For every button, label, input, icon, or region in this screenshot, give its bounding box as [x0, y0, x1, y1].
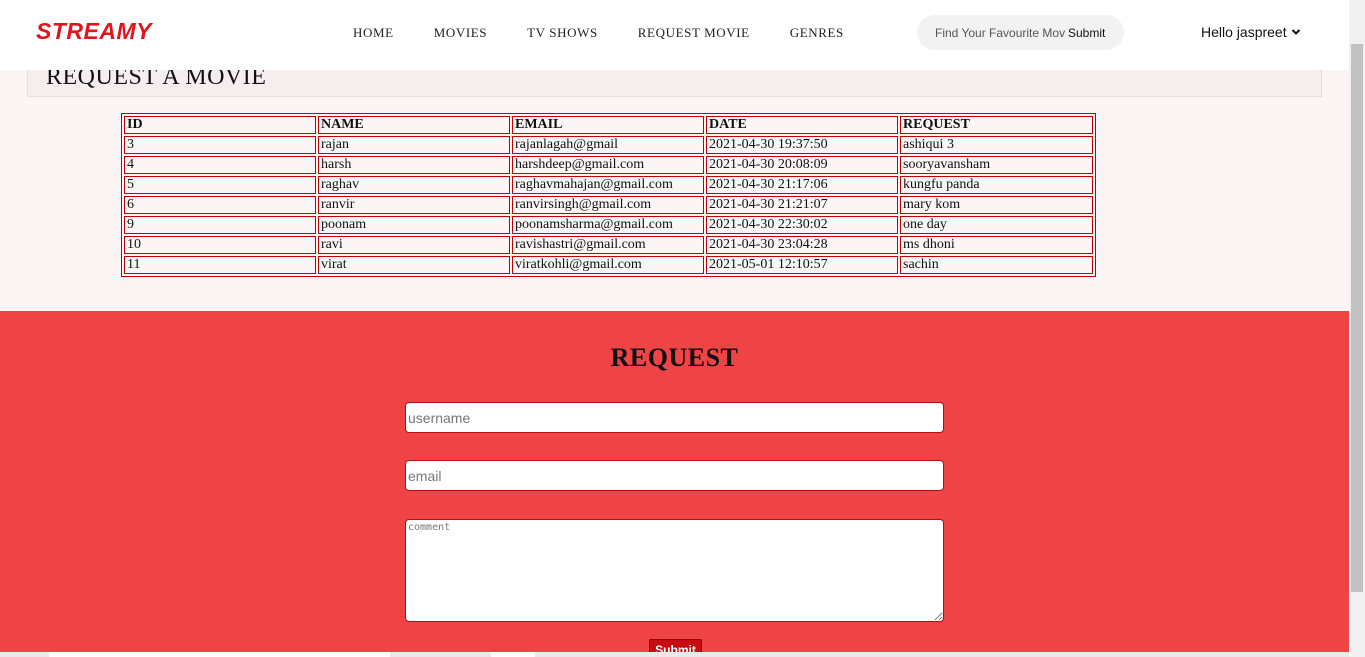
nav-request-movie[interactable]: REQUEST MOVIE: [638, 25, 750, 41]
scrollbar-segment: [491, 652, 535, 657]
search-box: Submit: [917, 15, 1124, 50]
cell-email: harshdeep@gmail.com: [512, 156, 704, 174]
column-header-email: EMAIL: [512, 116, 704, 134]
cell-request: ms dhoni: [900, 236, 1093, 254]
table-row: 4 harsh harshdeep@gmail.com 2021-04-30 2…: [124, 156, 1093, 174]
column-header-request: REQUEST: [900, 116, 1093, 134]
brand-logo[interactable]: STREAMY: [36, 18, 152, 45]
cell-id: 10: [124, 236, 316, 254]
table-row: 6 ranvir ranvirsingh@gmail.com 2021-04-3…: [124, 196, 1093, 214]
nav-genres[interactable]: GENRES: [790, 25, 844, 41]
cell-id: 3: [124, 136, 316, 154]
chevron-down-icon: [1291, 29, 1300, 35]
column-header-id: ID: [124, 116, 316, 134]
cell-email: poonamsharma@gmail.com: [512, 216, 704, 234]
cell-id: 6: [124, 196, 316, 214]
table-row: 11 virat viratkohli@gmail.com 2021-05-01…: [124, 256, 1093, 274]
cell-name: raghav: [318, 176, 510, 194]
scrollbar-thumb[interactable]: [1351, 44, 1363, 592]
vertical-scrollbar[interactable]: [1349, 0, 1365, 657]
cell-date: 2021-04-30 19:37:50: [706, 136, 898, 154]
table-row: 3 rajan rajanlagah@gmail 2021-04-30 19:3…: [124, 136, 1093, 154]
cell-name: virat: [318, 256, 510, 274]
nav-movies[interactable]: MOVIES: [434, 25, 487, 41]
nav-links: HOME MOVIES TV SHOWS REQUEST MOVIE GENRE…: [333, 25, 864, 41]
cell-id: 5: [124, 176, 316, 194]
nav-home[interactable]: HOME: [353, 25, 394, 41]
table-row: 5 raghav raghavmahajan@gmail.com 2021-04…: [124, 176, 1093, 194]
cell-request: sooryavansham: [900, 156, 1093, 174]
nav-tv-shows[interactable]: TV SHOWS: [527, 25, 598, 41]
table-row: 9 poonam poonamsharma@gmail.com 2021-04-…: [124, 216, 1093, 234]
cell-request: sachin: [900, 256, 1093, 274]
cell-name: ravi: [318, 236, 510, 254]
table-row: 10 ravi ravishastri@gmail.com 2021-04-30…: [124, 236, 1093, 254]
column-header-name: NAME: [318, 116, 510, 134]
cell-request: mary kom: [900, 196, 1093, 214]
scrollbar-segment: [49, 652, 390, 657]
cell-email: viratkohli@gmail.com: [512, 256, 704, 274]
requests-table: ID NAME EMAIL DATE REQUEST 3 rajan rajan…: [121, 113, 1096, 277]
cell-name: ranvir: [318, 196, 510, 214]
cell-date: 2021-04-30 23:04:28: [706, 236, 898, 254]
username-input[interactable]: [405, 402, 944, 433]
cell-id: 9: [124, 216, 316, 234]
cell-request: kungfu panda: [900, 176, 1093, 194]
comment-textarea[interactable]: [405, 519, 944, 622]
user-menu[interactable]: Hello jaspreet: [1201, 24, 1301, 40]
user-greeting: Hello jaspreet: [1201, 24, 1287, 40]
cell-id: 4: [124, 156, 316, 174]
search-input[interactable]: [935, 25, 1065, 40]
cell-date: 2021-04-30 21:21:07: [706, 196, 898, 214]
cell-date: 2021-04-30 20:08:09: [706, 156, 898, 174]
cell-email: ravishastri@gmail.com: [512, 236, 704, 254]
request-form-section: REQUEST Submit: [0, 311, 1349, 657]
email-input[interactable]: [405, 460, 944, 491]
cell-request: ashiqui 3: [900, 136, 1093, 154]
horizontal-scrollbar[interactable]: [0, 652, 1349, 657]
request-form-title: REQUEST: [610, 343, 739, 372]
navbar: STREAMY HOME MOVIES TV SHOWS REQUEST MOV…: [0, 0, 1349, 70]
cell-id: 11: [124, 256, 316, 274]
column-header-date: DATE: [706, 116, 898, 134]
cell-email: raghavmahajan@gmail.com: [512, 176, 704, 194]
cell-email: ranvirsingh@gmail.com: [512, 196, 704, 214]
cell-name: harsh: [318, 156, 510, 174]
cell-date: 2021-05-01 12:10:57: [706, 256, 898, 274]
cell-name: poonam: [318, 216, 510, 234]
cell-name: rajan: [318, 136, 510, 154]
cell-request: one day: [900, 216, 1093, 234]
cell-email: rajanlagah@gmail: [512, 136, 704, 154]
cell-date: 2021-04-30 21:17:06: [706, 176, 898, 194]
cell-date: 2021-04-30 22:30:02: [706, 216, 898, 234]
table-header-row: ID NAME EMAIL DATE REQUEST: [124, 116, 1093, 134]
search-submit-button[interactable]: Submit: [1068, 26, 1105, 40]
